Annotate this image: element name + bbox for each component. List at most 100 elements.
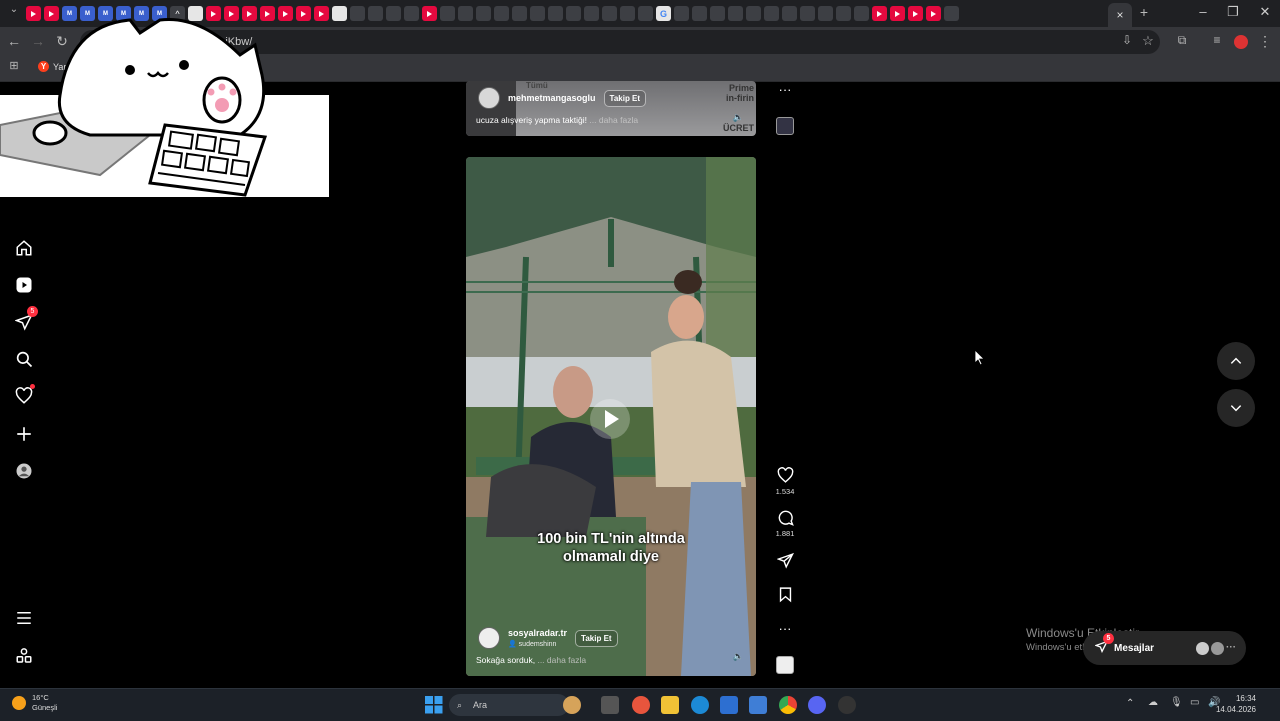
page-tab[interactable]	[512, 6, 527, 21]
task-view-icon[interactable]	[601, 696, 619, 714]
page-tab[interactable]	[620, 6, 635, 21]
reel-caption[interactable]: ucuza alışveriş yapma taktiği! ... daha …	[476, 115, 638, 125]
audio-thumbnail[interactable]	[774, 656, 796, 674]
display-icon[interactable]: ▭	[1190, 697, 1199, 708]
youtube-tab[interactable]	[422, 6, 437, 21]
home-icon[interactable]	[13, 237, 35, 259]
youtube-tab[interactable]	[872, 6, 887, 21]
page-tab[interactable]	[674, 6, 689, 21]
avatar[interactable]	[478, 627, 500, 649]
youtube-tab[interactable]	[890, 6, 905, 21]
youtube-tab[interactable]	[908, 6, 923, 21]
page-tab[interactable]	[458, 6, 473, 21]
page-tab[interactable]	[350, 6, 365, 21]
app-icon[interactable]	[838, 696, 856, 714]
start-button[interactable]	[425, 696, 443, 714]
comment-button[interactable]: 1.881	[774, 509, 796, 538]
notifications-heart-icon[interactable]	[13, 384, 35, 407]
profile-icon[interactable]	[13, 460, 35, 482]
page-tab[interactable]	[944, 6, 959, 21]
page-tab[interactable]	[764, 6, 779, 21]
edge-icon[interactable]	[691, 696, 709, 714]
page-tab[interactable]	[638, 6, 653, 21]
collaborator-name[interactable]: 👤 sudemshinn	[508, 640, 567, 648]
profile-avatar[interactable]	[1231, 33, 1251, 51]
copilot-icon[interactable]	[632, 696, 650, 714]
page-tab[interactable]	[818, 6, 833, 21]
bookmark-star-icon[interactable]: ☆	[1138, 33, 1158, 49]
more-menu-icon[interactable]	[13, 607, 35, 629]
next-reel-button[interactable]	[1217, 389, 1255, 427]
page-tab[interactable]	[404, 6, 419, 21]
also-from-meta-icon[interactable]	[13, 645, 35, 667]
messages-pill[interactable]: 5 Mesajlar ···	[1083, 631, 1246, 665]
save-button[interactable]	[774, 586, 796, 606]
maximize-button[interactable]: ❐	[1218, 4, 1248, 20]
reel-video[interactable]: 100 bin TL'nin altında olmamalı diye sos…	[466, 157, 756, 676]
page-tab[interactable]	[530, 6, 545, 21]
page-tab[interactable]	[746, 6, 761, 21]
previous-reel-button[interactable]	[1217, 342, 1255, 380]
reel-caption[interactable]: Sokağa sorduk, ... daha fazla	[476, 655, 586, 665]
search-icon[interactable]	[13, 348, 35, 370]
weather-widget[interactable]: 16°C Güneşli	[12, 693, 57, 713]
page-tab[interactable]	[854, 6, 869, 21]
taskbar-clock[interactable]: 16:34 14.04.2026	[1216, 693, 1256, 715]
taskbar-search[interactable]: ⌕ Ara	[449, 694, 569, 716]
like-button[interactable]: 1.534	[774, 467, 796, 496]
window-close-button[interactable]: ✕	[1250, 4, 1280, 20]
page-tab[interactable]	[710, 6, 725, 21]
youtube-tab[interactable]	[926, 6, 941, 21]
new-tab-button[interactable]: +	[1134, 4, 1154, 20]
microphone-icon[interactable]: 🎙	[1170, 697, 1183, 708]
more-options-icon[interactable]: ···	[774, 621, 796, 636]
follow-button[interactable]: Takip Et	[575, 629, 618, 647]
page-tab[interactable]	[332, 6, 347, 21]
page-tab[interactable]	[566, 6, 581, 21]
reel-username[interactable]: sosyalradar.tr	[508, 628, 567, 638]
page-tab[interactable]	[368, 6, 383, 21]
mute-icon[interactable]: 🔈	[733, 651, 744, 662]
reel-username[interactable]: mehmetmangasoglu	[508, 93, 596, 103]
sun-icon	[12, 696, 26, 710]
network-icon[interactable]: ☁	[1148, 697, 1158, 708]
page-tab[interactable]	[386, 6, 401, 21]
page-tab[interactable]	[692, 6, 707, 21]
page-tab[interactable]	[782, 6, 797, 21]
install-app-icon[interactable]: ⇩	[1117, 33, 1137, 47]
share-button[interactable]	[774, 552, 796, 572]
page-tab[interactable]	[494, 6, 509, 21]
avatar[interactable]	[478, 87, 500, 109]
store-icon[interactable]	[720, 696, 738, 714]
page-tab[interactable]	[602, 6, 617, 21]
page-tab[interactable]	[800, 6, 815, 21]
active-tab-close-button[interactable]: ×	[1108, 3, 1132, 27]
extensions-icon[interactable]: ⧉	[1172, 33, 1192, 48]
page-tab[interactable]	[728, 6, 743, 21]
page-tab[interactable]	[836, 6, 851, 21]
discord-icon[interactable]	[808, 696, 826, 714]
browser-menu-icon[interactable]: ⋮	[1255, 33, 1275, 50]
play-button[interactable]	[590, 399, 630, 439]
chrome-icon[interactable]	[779, 696, 797, 714]
page-tab[interactable]	[584, 6, 599, 21]
reels-icon[interactable]	[13, 274, 35, 296]
tab-search-icon[interactable]: ⌄	[4, 4, 24, 15]
reel-card[interactable]: Tümü Prime in-firin ÜCRET mehmetmangasogl…	[466, 81, 756, 136]
create-plus-icon[interactable]	[13, 423, 35, 445]
messages-sidebar-icon[interactable]: 5	[13, 306, 38, 333]
media-control-icon[interactable]: ≡	[1207, 33, 1227, 47]
google-tab[interactable]: G	[656, 6, 671, 21]
page-tab[interactable]	[476, 6, 491, 21]
mute-icon[interactable]: 🔈	[733, 112, 744, 123]
more-options-icon[interactable]: ···	[774, 82, 796, 97]
page-tab[interactable]	[548, 6, 563, 21]
follow-button[interactable]: Takip Et	[603, 89, 647, 107]
minimize-button[interactable]: –	[1188, 4, 1218, 19]
file-explorer-icon[interactable]	[661, 696, 679, 714]
outlook-icon[interactable]	[749, 696, 767, 714]
widget-icon[interactable]	[563, 696, 581, 714]
page-tab[interactable]	[440, 6, 455, 21]
audio-thumbnail[interactable]	[774, 117, 796, 135]
tray-chevron-up-icon[interactable]: ⌃	[1126, 698, 1134, 709]
